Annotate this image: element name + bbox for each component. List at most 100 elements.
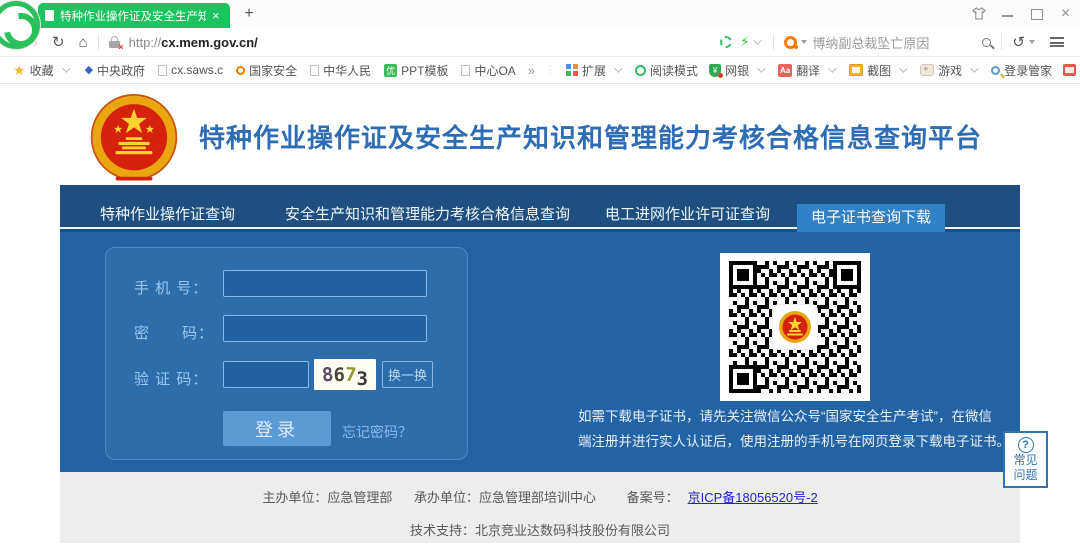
captcha-label: 验 证 码：	[134, 368, 208, 389]
toolbar-label: 截图	[867, 62, 891, 79]
browser-tab[interactable]: 特种作业操作证及安全生产知识 ×	[38, 3, 230, 28]
icp-link[interactable]: 京ICP备18056520号-2	[688, 490, 818, 505]
page-icon	[310, 65, 319, 76]
chevron-down-icon	[614, 64, 622, 72]
phone-input[interactable]	[223, 270, 427, 297]
mode-dropdown-icon[interactable]	[754, 36, 762, 44]
captcha-input[interactable]	[223, 361, 309, 388]
footer-organizer: 承办单位：应急管理部培训中心	[414, 490, 596, 505]
online-banking-button[interactable]: ¥ 网银	[709, 62, 767, 79]
toolbar-label: 网银	[725, 62, 749, 79]
main-navigation: 特种作业操作证查询 安全生产知识和管理能力考核合格信息查询 电工进网作业许可证查…	[60, 185, 1020, 232]
search-suggestion-input[interactable]: 博纳副总裁坠亡原因	[812, 33, 982, 52]
bookmark-label: cx.saws.c	[171, 63, 223, 77]
password-label: 密 码：	[134, 322, 214, 343]
gamepad-icon	[920, 64, 934, 76]
page-title: 特种作业操作证及安全生产知识和管理能力考核合格信息查询平台	[199, 118, 982, 155]
skin-theme-icon[interactable]	[972, 7, 985, 20]
forgot-password-link[interactable]: 忘记密码？	[342, 422, 412, 442]
window-close-icon[interactable]: ×	[1059, 7, 1072, 20]
diamond-icon: ◆	[85, 65, 93, 76]
login-button[interactable]: 登录	[223, 411, 331, 446]
shield-icon: ¥	[709, 64, 721, 77]
toolbar-label: 扩展	[582, 62, 606, 79]
bookmark-label: 收藏	[30, 62, 54, 79]
reading-mode-button[interactable]: 阅读模式	[635, 62, 698, 79]
faq-button[interactable]: ? 常见 问题	[1003, 431, 1048, 488]
bookmark-cx-saws[interactable]: cx.saws.c	[158, 63, 223, 77]
tab-ecert-download[interactable]: 电子证书查询下载	[797, 204, 945, 232]
maximize-icon[interactable]	[1030, 7, 1043, 20]
bookmark-label: 国家安全	[249, 62, 297, 79]
chevron-down-icon	[828, 64, 836, 72]
captcha-digit: 3	[356, 368, 367, 390]
orange-ring-icon	[236, 66, 245, 75]
toolbar-label: 游戏	[938, 62, 962, 79]
captcha-digit: 8	[321, 363, 335, 386]
password-input[interactable]	[223, 315, 427, 342]
question-mark-icon: ?	[1018, 437, 1034, 453]
tab-bar: 特种作业操作证及安全生产知识 × + ×	[0, 0, 1080, 28]
toolbar-label: 阅读模式	[650, 62, 698, 79]
refresh-icon[interactable]: ↻	[52, 33, 65, 51]
bookmark-center-oa[interactable]: 中心OA	[461, 62, 515, 79]
home-icon[interactable]: ⌂	[79, 34, 88, 51]
chevron-down-icon	[899, 64, 907, 72]
extensions-button[interactable]: 扩展	[566, 62, 624, 79]
tab-close-icon[interactable]: ×	[212, 9, 220, 22]
qr-center-emblem	[773, 305, 817, 349]
bookmarks-overflow-icon[interactable]: »	[528, 63, 535, 78]
speed-mode-icon[interactable]	[720, 36, 732, 48]
games-button[interactable]: 游戏	[920, 62, 980, 79]
tab-electrician-permit-query[interactable]: 电工进网作业许可证查询	[605, 203, 770, 224]
minimize-icon[interactable]	[1001, 7, 1014, 20]
toolbar-label: 登录管家	[1004, 62, 1052, 79]
ppt-template-icon: 优	[384, 64, 397, 77]
tab-safety-knowledge-query[interactable]: 安全生产知识和管理能力考核合格信息查询	[285, 203, 570, 224]
footer-support: 技术支持：北京竞业达数码科技股份有限公司	[60, 520, 1020, 539]
login-panel: 手 机 号： 密 码： 验 证 码： 8 6 7 3 换一换 登录 忘记密码？	[105, 247, 468, 460]
password-manager-button[interactable]: 登录管家	[991, 62, 1052, 79]
restore-tabs-icon[interactable]: ↺	[1012, 33, 1025, 51]
insecure-lock-icon[interactable]: ×	[109, 36, 120, 49]
search-engine-icon[interactable]	[784, 36, 797, 49]
screenshot-button[interactable]: 截图	[849, 62, 909, 79]
captcha-image[interactable]: 8 6 7 3	[314, 359, 376, 390]
instruction-line: 如需下载电子证书，请先关注微信公众号“国家安全生产考试”，在微信	[578, 404, 1023, 429]
live-icon	[1063, 64, 1076, 76]
bookmark-prc[interactable]: 中华人民	[310, 62, 371, 79]
bookmark-central-gov[interactable]: ◆ 中央政府	[85, 62, 145, 79]
divider	[773, 34, 774, 50]
icp-label: 备案号：	[627, 490, 679, 505]
search-icon[interactable]	[982, 38, 991, 47]
new-tab-button[interactable]: +	[240, 5, 258, 23]
chevron-down-icon	[757, 64, 765, 72]
address-bar: ‹ › ↻ ⌂ × http://cx.mem.gov.cn/ ⚡ 博纳副总裁坠…	[0, 28, 1080, 57]
chevron-down-icon	[62, 64, 70, 72]
toolbar-drag-handle: ⋮	[545, 65, 555, 76]
lightning-boost-icon[interactable]: ⚡	[740, 34, 749, 50]
page-icon	[158, 65, 167, 76]
refresh-captcha-button[interactable]: 换一换	[382, 361, 433, 388]
bookmark-national-safety[interactable]: 国家安全	[236, 62, 297, 79]
screenshot-icon	[849, 64, 863, 76]
menu-icon[interactable]	[1050, 37, 1064, 47]
search-engine-dropdown-icon[interactable]	[801, 40, 807, 44]
tab-special-operation-query[interactable]: 特种作业操作证查询	[100, 203, 235, 224]
star-icon: ★	[13, 64, 26, 76]
footer-host: 主办单位：应急管理部	[262, 490, 392, 505]
translate-button[interactable]: Aa 翻译	[778, 62, 838, 79]
faq-label: 问题	[1005, 468, 1046, 483]
magnifier-key-icon	[991, 66, 1000, 75]
chevron-down-icon	[970, 64, 978, 72]
reading-mode-icon	[635, 65, 646, 76]
my-live-button[interactable]: 我的直播	[1063, 62, 1080, 79]
page-favicon-icon	[45, 10, 54, 21]
bookmark-ppt-template[interactable]: 优 PPT模板	[384, 62, 448, 79]
url-text[interactable]: http://cx.mem.gov.cn/	[129, 35, 258, 50]
favorites-menu[interactable]: ★ 收藏	[13, 62, 72, 79]
page-icon	[461, 65, 470, 76]
bookmark-label: PPT模板	[401, 62, 448, 79]
captcha-digit: 6	[334, 364, 345, 386]
restore-dropdown-icon[interactable]	[1029, 40, 1035, 44]
